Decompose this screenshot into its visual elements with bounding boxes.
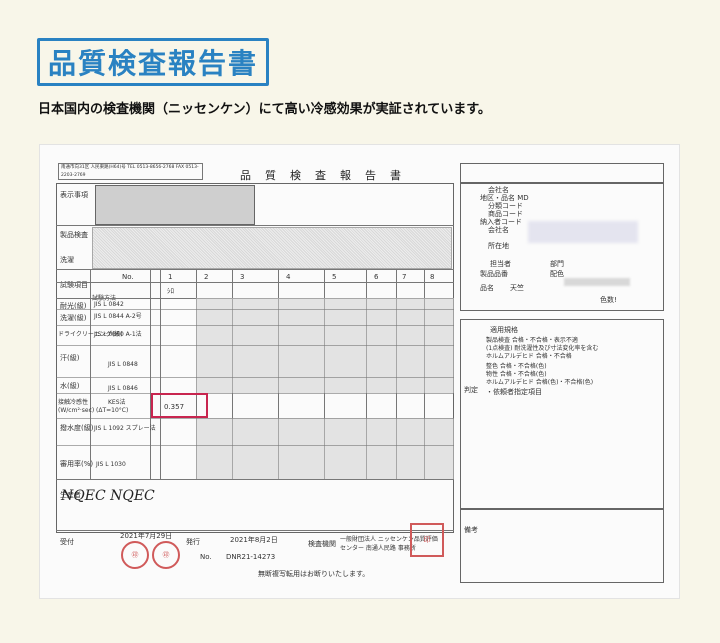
org-seal: 印	[410, 523, 444, 557]
seal-stamp-1: ㊞	[121, 541, 149, 569]
issued-date: 2021年8月2日	[230, 536, 278, 544]
rp-product-name: 品名	[480, 284, 494, 292]
received-date: 2021年7月29日	[120, 532, 173, 540]
seal-stamp-2: ㊞	[152, 541, 180, 569]
row-water: 水(級)	[60, 382, 80, 390]
label-material: 製品検査	[60, 231, 88, 239]
label-received: 受付	[60, 538, 74, 546]
row-cool-condition: (ΔT=10°C)	[96, 407, 129, 414]
nqec-mark: NQEC NQEC	[61, 488, 155, 504]
rp-colors: 色数!	[600, 296, 617, 304]
remarks-box	[460, 509, 664, 583]
rp-notes: ・依頼者指定項目	[486, 388, 542, 396]
std-0846: JIS L 0846	[108, 385, 138, 392]
shaded-area-material	[92, 227, 452, 269]
std-0842: JIS L 0842	[94, 301, 124, 308]
shaded-area-top	[95, 185, 255, 225]
row-use-rate: 審用率(%)	[60, 460, 94, 468]
sample-col-3: 3	[240, 273, 245, 281]
rp-address: 所在地	[488, 242, 509, 250]
rp-j5: ホルムアルデヒド 合格(色)・不合格(色)	[486, 379, 594, 386]
std-1092: JIS L 1092 スプレー法	[94, 425, 156, 432]
row-sweat: 汗(級)	[60, 354, 80, 362]
lab-address: 南通市向31区 人民東路(H64)号 TEL 0513-8656-2768 FA…	[58, 163, 203, 180]
rp-buyer-company: 会社名	[488, 226, 509, 234]
rp-j2: ホルムアルデヒド 合格・不合格	[486, 353, 572, 360]
label-number: No.	[200, 553, 212, 561]
sample-col-8: 8	[430, 273, 435, 281]
page-title: 品質検査報告書	[37, 38, 269, 86]
rp-product-no: 製品品番	[480, 270, 508, 278]
std-0844: JIS L 0844 A-2号	[94, 313, 142, 320]
sample-col-7: 7	[402, 273, 407, 281]
rp-match-color: 配色	[550, 270, 564, 278]
row-water-repel: 撥水度(級)	[60, 424, 94, 432]
sample-col-6: 6	[374, 273, 379, 281]
row-cool-unit: (W/cm²·sec)	[58, 407, 95, 414]
sample-col-2: 2	[204, 273, 209, 281]
label-sample-no: No.	[122, 273, 134, 281]
cool-touch-highlight	[151, 393, 208, 418]
report-heading: 品質検査報告書	[240, 169, 415, 182]
sample-col-5: 5	[332, 273, 337, 281]
right-note-box	[460, 163, 664, 183]
std-kes: KES法	[108, 399, 126, 406]
page-subtitle: 日本国内の検査機関（ニッセンケン）にて高い冷感効果が実証されています。	[38, 102, 491, 117]
sample-col-1: 1	[168, 273, 173, 281]
shaded-results-lower	[196, 418, 454, 479]
label-remarks: 備考	[464, 526, 478, 534]
sample-value-1: ｼﾛ	[167, 287, 174, 295]
label-wash: 洗濯	[60, 256, 74, 264]
std-0860: JIS L 0860 A-1法	[94, 331, 142, 338]
label-org: 検査機関	[308, 540, 336, 548]
label-issued: 発行	[186, 538, 200, 546]
rp-dept: 部門	[550, 260, 564, 268]
inspection-report-document: 南通市向31区 人民東路(H64)号 TEL 0513-8656-2768 FA…	[39, 144, 680, 599]
std-1030: JIS L 1030	[96, 461, 126, 468]
sample-col-4: 4	[286, 273, 291, 281]
rp-product-value: 天竺	[510, 284, 524, 292]
rp-std: 適用規格	[490, 326, 518, 334]
label-judgement: 判定	[464, 386, 478, 394]
std-0848: JIS L 0848	[108, 361, 138, 368]
report-number: DNR21-14273	[226, 553, 276, 561]
label-client: 表示事項	[60, 191, 88, 199]
row-washfast: 洗濯(級)	[60, 314, 87, 322]
row-cool-touch: 接触冷感性	[58, 399, 89, 406]
rp-manager: 担当者	[490, 260, 511, 268]
disclaimer: 無断複写転用はお断りいたします。	[258, 570, 370, 578]
